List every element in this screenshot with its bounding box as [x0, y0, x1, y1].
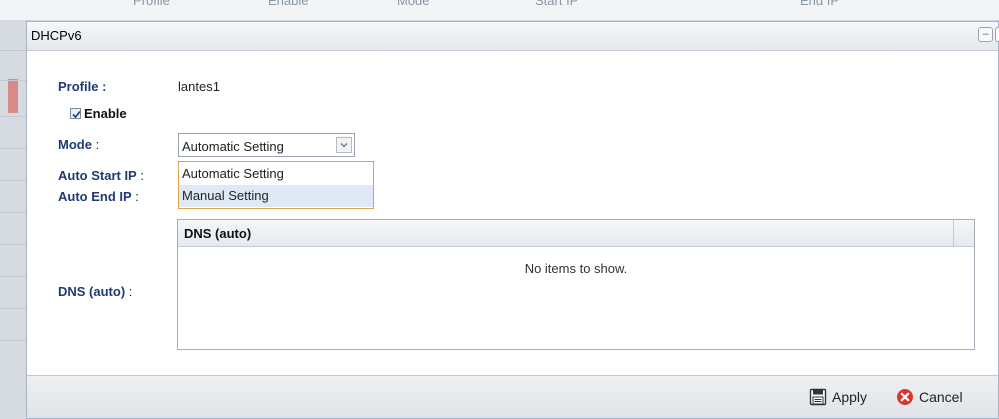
dns-auto-label-text: DNS (auto): [58, 284, 126, 299]
apply-label: Apply: [832, 389, 868, 405]
dialog-footer: Apply Cancel: [27, 375, 998, 418]
dns-grid-header-end: [953, 220, 974, 246]
cancel-button[interactable]: Cancel: [896, 388, 976, 408]
dns-grid-empty-text: No items to show.: [524, 261, 628, 276]
bg-col-mode: Mode: [397, 0, 430, 8]
cancel-label: Cancel: [919, 389, 963, 405]
mode-label-colon: :: [91, 137, 100, 152]
bg-col-start-ip: Start IP: [535, 0, 579, 8]
dhcpv6-dialog: DHCPv6 – × Profile : lantes1 Enable Mode…: [26, 21, 999, 419]
mode-option-automatic[interactable]: Automatic Setting: [179, 163, 373, 185]
enable-label[interactable]: Enable: [84, 106, 127, 121]
mode-label: Mode :: [58, 137, 99, 152]
background-table-rows: [0, 20, 26, 419]
background-selected-row: [8, 79, 18, 113]
dialog-title: DHCPv6: [31, 28, 82, 43]
dns-grid: DNS (auto) No items to show.: [177, 219, 975, 350]
dns-auto-colon: :: [125, 284, 133, 299]
auto-start-ip-label: Auto Start IP :: [58, 168, 144, 183]
close-button[interactable]: ×: [995, 27, 999, 42]
checkmark-icon: [72, 110, 81, 119]
cancel-icon: [897, 389, 913, 405]
enable-checkbox[interactable]: [70, 108, 81, 119]
dialog-title-bar[interactable]: DHCPv6 – ×: [27, 22, 999, 51]
bg-col-end-ip: End IP: [800, 0, 840, 8]
dns-auto-label: DNS (auto) :: [58, 284, 132, 299]
profile-value: lantes1: [178, 79, 220, 94]
bg-col-enable: Enable: [268, 0, 309, 8]
mode-dropdown-list: Automatic Setting Manual Setting: [178, 161, 374, 209]
mode-select[interactable]: Automatic Setting: [178, 133, 355, 157]
chevron-down-icon: [340, 143, 348, 148]
auto-end-ip-text: Auto End IP: [58, 189, 132, 204]
minimize-icon: –: [982, 28, 989, 40]
minimize-button[interactable]: –: [978, 27, 993, 42]
dns-grid-column-header[interactable]: DNS (auto): [184, 226, 251, 241]
auto-end-ip-colon: :: [131, 189, 139, 204]
mode-dropdown-button[interactable]: [336, 137, 352, 153]
mode-select-value: Automatic Setting: [182, 139, 284, 154]
save-icon: [809, 388, 827, 406]
apply-button[interactable]: Apply: [809, 388, 881, 408]
dns-grid-header: DNS (auto): [178, 220, 974, 247]
bg-col-profile: Profile: [133, 0, 170, 8]
auto-start-ip-colon: :: [136, 168, 144, 183]
mode-label-text: Mode: [58, 137, 92, 152]
mode-option-manual[interactable]: Manual Setting: [179, 185, 373, 207]
background-table-header: Profile Enable Mode Start IP End IP: [0, 0, 999, 21]
auto-end-ip-label: Auto End IP :: [58, 189, 139, 204]
profile-label: Profile :: [58, 79, 107, 94]
auto-start-ip-text: Auto Start IP: [58, 168, 137, 183]
